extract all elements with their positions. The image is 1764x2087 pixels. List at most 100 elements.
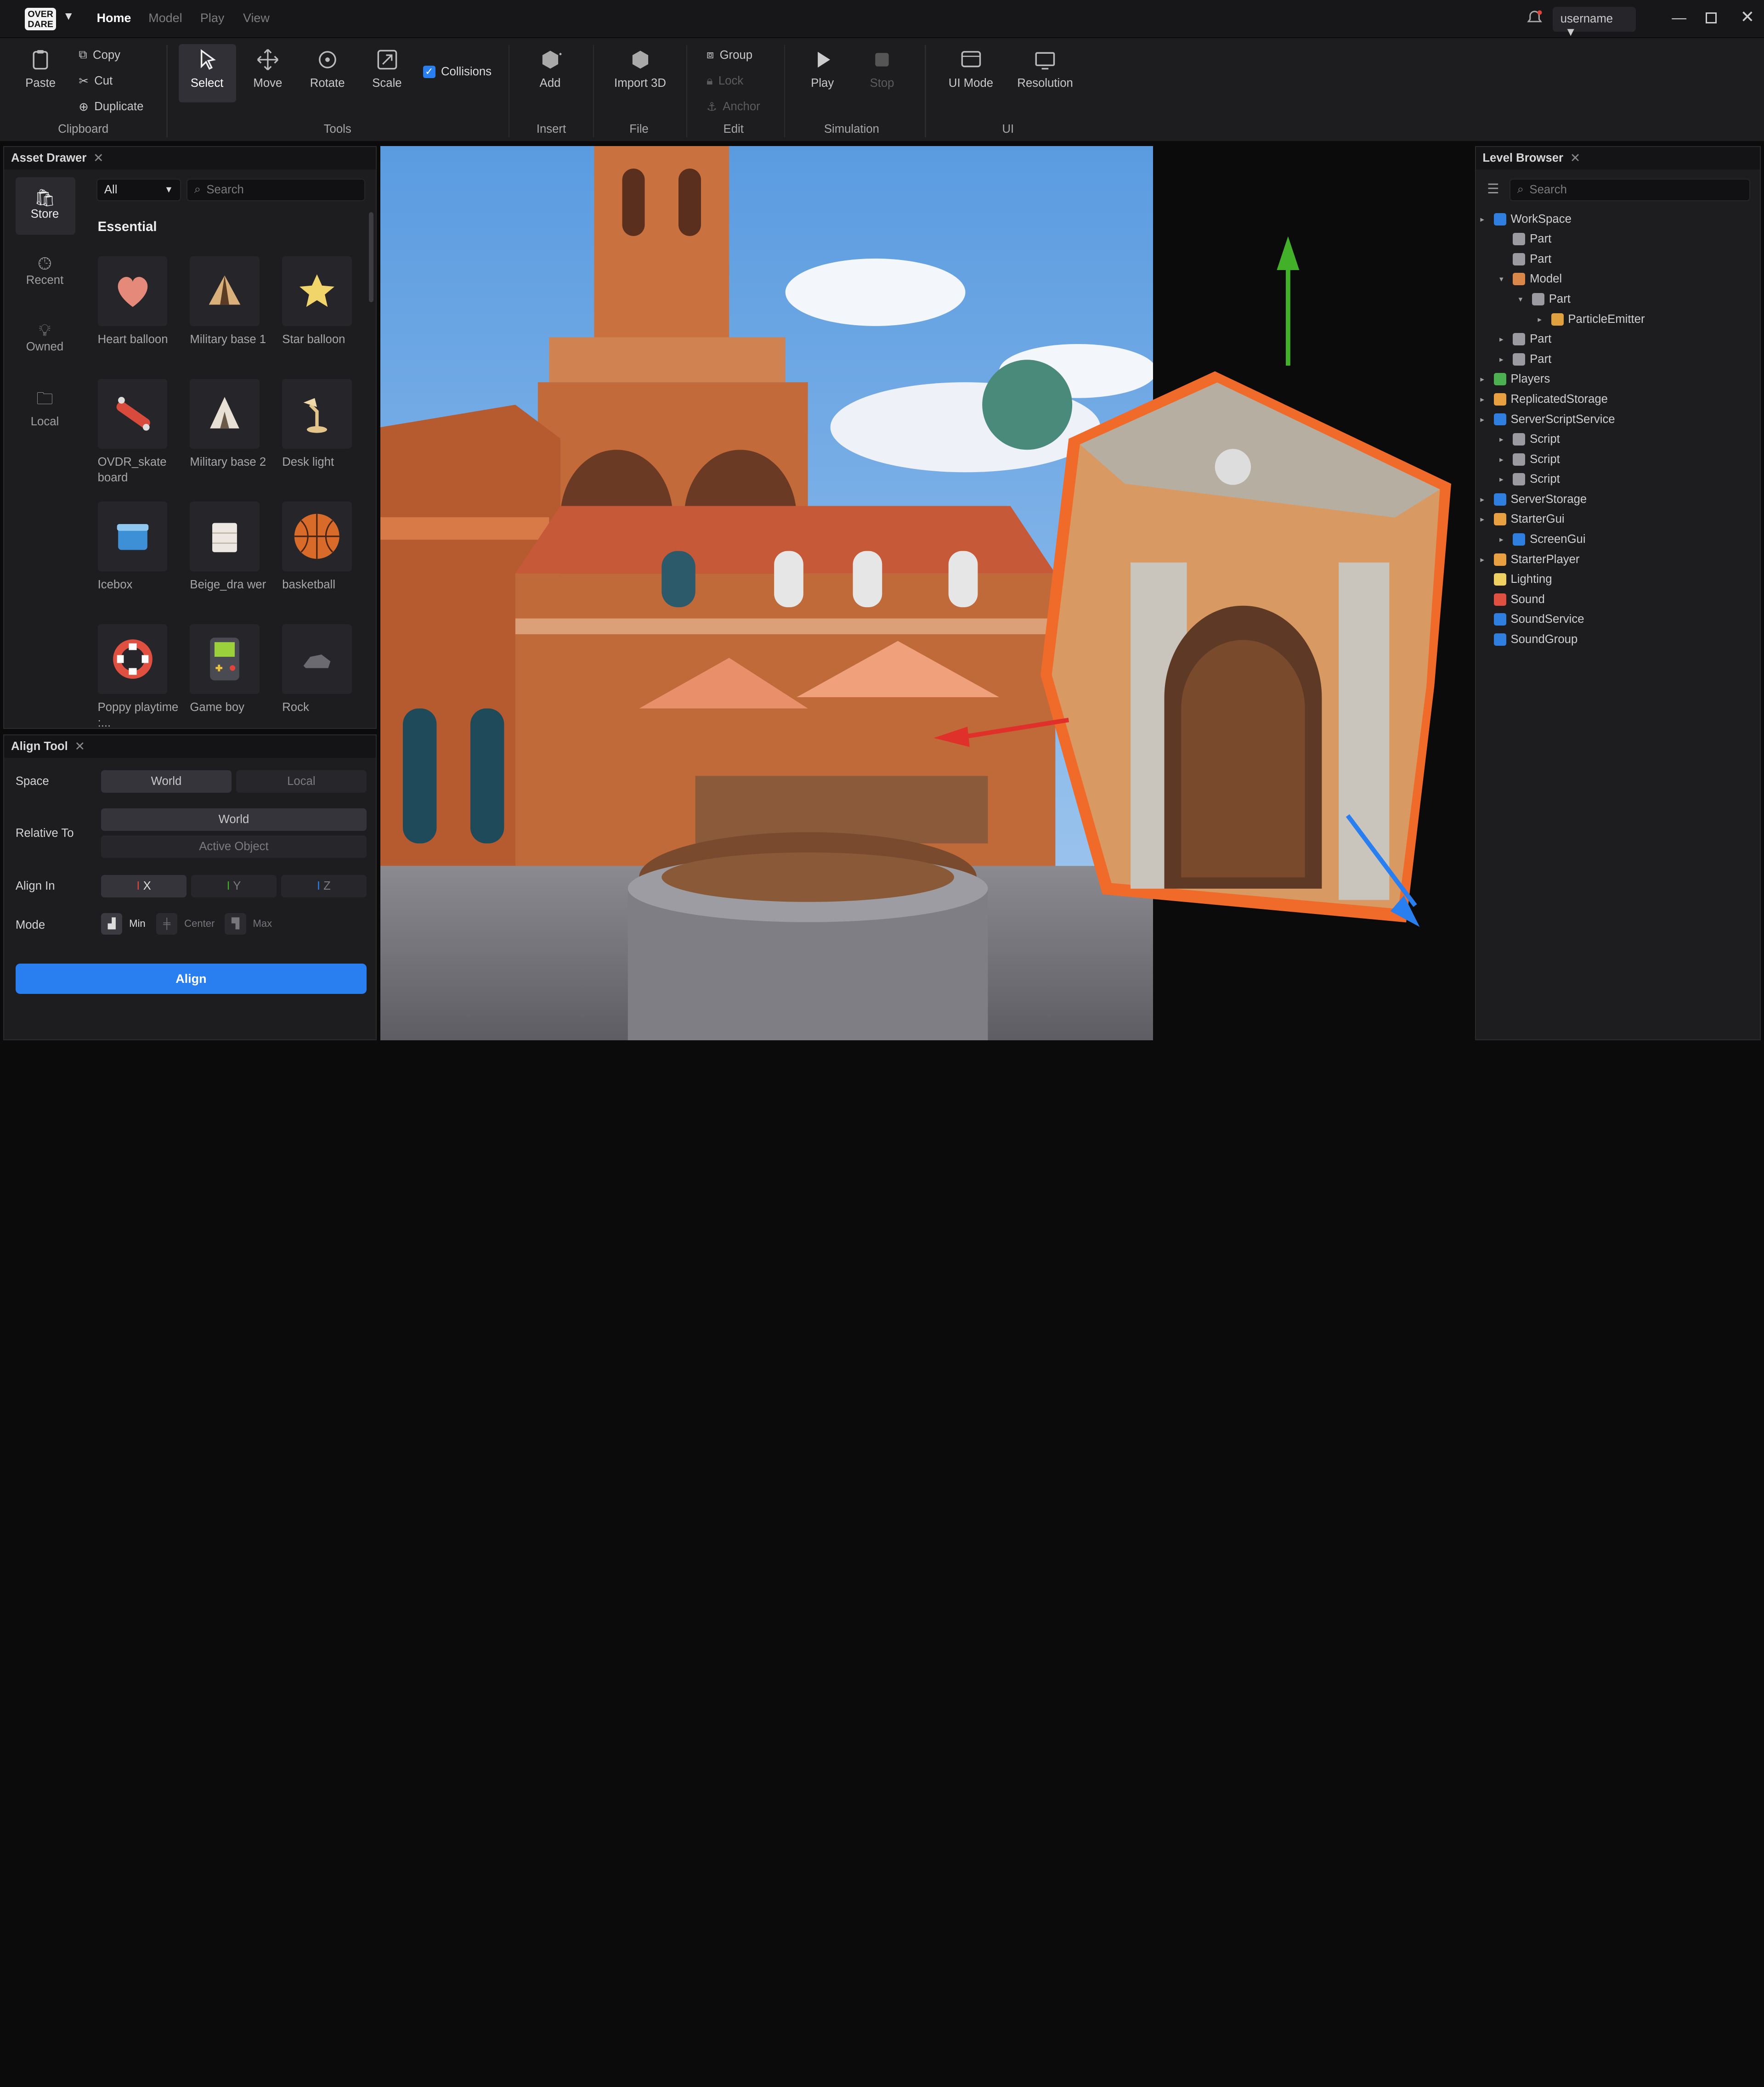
cut-button[interactable]: ✂ Cut [79, 74, 113, 88]
tree-node[interactable]: ▸ ParticleEmitter [1538, 309, 1645, 329]
scale-button[interactable]: Scale [359, 38, 415, 90]
move-button[interactable]: Move [240, 38, 296, 90]
app-logo[interactable]: OVER DARE [24, 8, 57, 31]
menu-view[interactable]: View [243, 11, 270, 25]
play-button[interactable]: Play [794, 38, 850, 90]
group-button[interactable]: ⧈ Group [707, 48, 752, 62]
anchor-button[interactable]: ⚓︎ Anchor [707, 100, 760, 114]
asset-item[interactable]: OVDR_skate board [97, 378, 181, 486]
asset-item[interactable]: Military base 1 [190, 256, 273, 347]
filter-icon[interactable]: ☰ [1487, 181, 1499, 197]
side-tab-store[interactable]: 🛍︎ Store [16, 188, 74, 221]
paste-button[interactable]: Paste [12, 38, 68, 90]
import-3d-button[interactable]: Import 3D [607, 38, 673, 90]
tree-node[interactable]: ▾ Part [1519, 289, 1571, 309]
tree-node[interactable]: SoundService [1480, 609, 1584, 630]
tree-node[interactable]: Part [1499, 249, 1551, 269]
flipbook-mode-select[interactable]: Loop ▼ [1290, 1002, 1443, 1022]
tree-node[interactable]: ▸ StarterPlayer [1480, 549, 1579, 570]
tree-node[interactable]: ▸ Players [1480, 369, 1550, 389]
space-local-button[interactable]: Local [236, 770, 367, 793]
tree-node[interactable]: ▸ Script [1499, 449, 1560, 469]
asset-item[interactable]: Rock [282, 624, 365, 715]
properties-search-input[interactable]: ⌕ Search [1166, 178, 1461, 201]
expand-arrow-icon[interactable]: ▸ [1499, 535, 1509, 544]
tree-node[interactable]: Lighting [1480, 570, 1552, 590]
menu-home[interactable]: Home [97, 11, 131, 25]
add-button[interactable]: Add [522, 38, 578, 90]
axis-z-toggle[interactable]: I Z [281, 874, 367, 897]
tree-node[interactable]: ▸ ReplicatedStorage [1480, 389, 1608, 409]
asset-item[interactable]: Heart balloon [97, 256, 181, 347]
relative-world-button[interactable]: World [101, 808, 367, 831]
side-tab-owned[interactable]: 💡︎ Owned [16, 321, 74, 354]
minimize-icon[interactable]: — [1672, 9, 1686, 26]
collapse-arrow-icon[interactable]: ▾ [1499, 274, 1509, 284]
rotate-button[interactable]: Rotate [299, 38, 355, 90]
tree-node[interactable]: ▸ StarterGui [1480, 509, 1564, 530]
logo-dropdown-icon[interactable]: ▼ [63, 10, 74, 23]
tree-node[interactable]: SoundGroup [1480, 629, 1577, 649]
tree-node[interactable]: ▸ ScreenGui [1499, 530, 1586, 550]
tree-node[interactable]: ▸ Part [1499, 349, 1551, 369]
stop-button[interactable]: Stop [854, 38, 910, 90]
asset-filter-select[interactable]: All ▼ [96, 178, 181, 201]
tree-node[interactable]: ▸ Script [1499, 469, 1560, 490]
close-panel-icon[interactable]: ✕ [93, 151, 104, 165]
expand-arrow-icon[interactable]: ▸ [1499, 355, 1509, 364]
asset-search-input[interactable]: ⌕ Search [187, 178, 366, 201]
close-panel-icon[interactable]: ✕ [74, 739, 85, 754]
asset-scrollbar[interactable] [368, 212, 373, 303]
level-search-input[interactable]: ⌕ Search [1510, 178, 1751, 201]
close-panel-icon[interactable]: ✕ [1570, 151, 1581, 165]
axis-x-toggle[interactable]: I X [101, 874, 187, 897]
selected-object-overlay[interactable] [922, 225, 1485, 945]
tree-node[interactable]: ▾ Model [1499, 269, 1562, 289]
asset-item[interactable]: Military base 2 [190, 378, 273, 470]
notification-bell-icon[interactable] [1526, 9, 1544, 30]
asset-item[interactable]: Beige_dra wer [190, 501, 273, 592]
tree-node[interactable]: Sound [1480, 589, 1545, 609]
side-tab-recent[interactable]: 🕒︎ Recent [16, 254, 74, 287]
collapse-arrow-icon[interactable]: ▾ [1519, 294, 1528, 304]
menu-play[interactable]: Play [200, 11, 224, 25]
tree-node[interactable]: ▸ Part [1499, 329, 1551, 350]
restore-icon[interactable] [1705, 12, 1717, 24]
tree-node[interactable]: Part [1499, 229, 1551, 249]
framerate-value[interactable]: 1 [1290, 978, 1443, 999]
asset-item[interactable]: Desk light [282, 378, 365, 470]
asset-item[interactable]: basketball [282, 501, 365, 592]
axis-y-toggle[interactable]: I Y [191, 874, 277, 897]
asset-item[interactable]: Game boy [190, 624, 273, 715]
mode-min-button[interactable]: ▟ Min [101, 913, 146, 935]
asset-item[interactable]: Poppy playtime :... [97, 624, 181, 731]
space-world-button[interactable]: World [101, 770, 232, 793]
tree-node[interactable]: ▸ ServerScriptService [1480, 409, 1615, 429]
tree-node[interactable]: ▸ ServerStorage [1480, 489, 1587, 509]
mode-center-button[interactable]: ╪ Center [156, 913, 215, 935]
expand-arrow-icon[interactable]: ▸ [1499, 455, 1509, 464]
duplicate-button[interactable]: ⊕ Duplicate [79, 100, 143, 114]
expand-arrow-icon[interactable]: ▸ [1499, 434, 1509, 444]
collisions-checkbox[interactable]: ✓ Collisions [423, 65, 492, 79]
select-button[interactable]: Select [179, 38, 235, 90]
expand-arrow-icon[interactable]: ▸ [1480, 514, 1489, 524]
asset-item[interactable]: Icebox [97, 501, 181, 592]
close-window-icon[interactable]: ✕ [1741, 7, 1755, 27]
tree-node[interactable]: ▸ Script [1499, 429, 1560, 450]
copy-button[interactable]: ⧉ Copy [79, 48, 120, 62]
relative-active-object-button[interactable]: Active Object [101, 835, 367, 858]
flipbooks-select[interactable]: Grid 2x2 ▼ [1290, 953, 1443, 974]
expand-arrow-icon[interactable]: ▸ [1480, 374, 1489, 384]
ui-mode-button[interactable]: UI Mode [943, 38, 999, 90]
expand-arrow-icon[interactable]: ▸ [1499, 474, 1509, 484]
expand-arrow-icon[interactable]: ▸ [1480, 415, 1489, 424]
expand-arrow-icon[interactable]: ▸ [1538, 315, 1547, 324]
align-button[interactable]: Align [15, 964, 367, 994]
tree-node[interactable]: ▸ WorkSpace [1480, 209, 1571, 229]
expand-arrow-icon[interactable]: ▸ [1480, 555, 1489, 564]
start-rand-checkbox[interactable] [1290, 1030, 1302, 1040]
reset-icon[interactable]: ↶ [1450, 957, 1459, 971]
user-menu[interactable]: username ▼ [1552, 6, 1636, 39]
expand-arrow-icon[interactable]: ▸ [1480, 214, 1489, 224]
